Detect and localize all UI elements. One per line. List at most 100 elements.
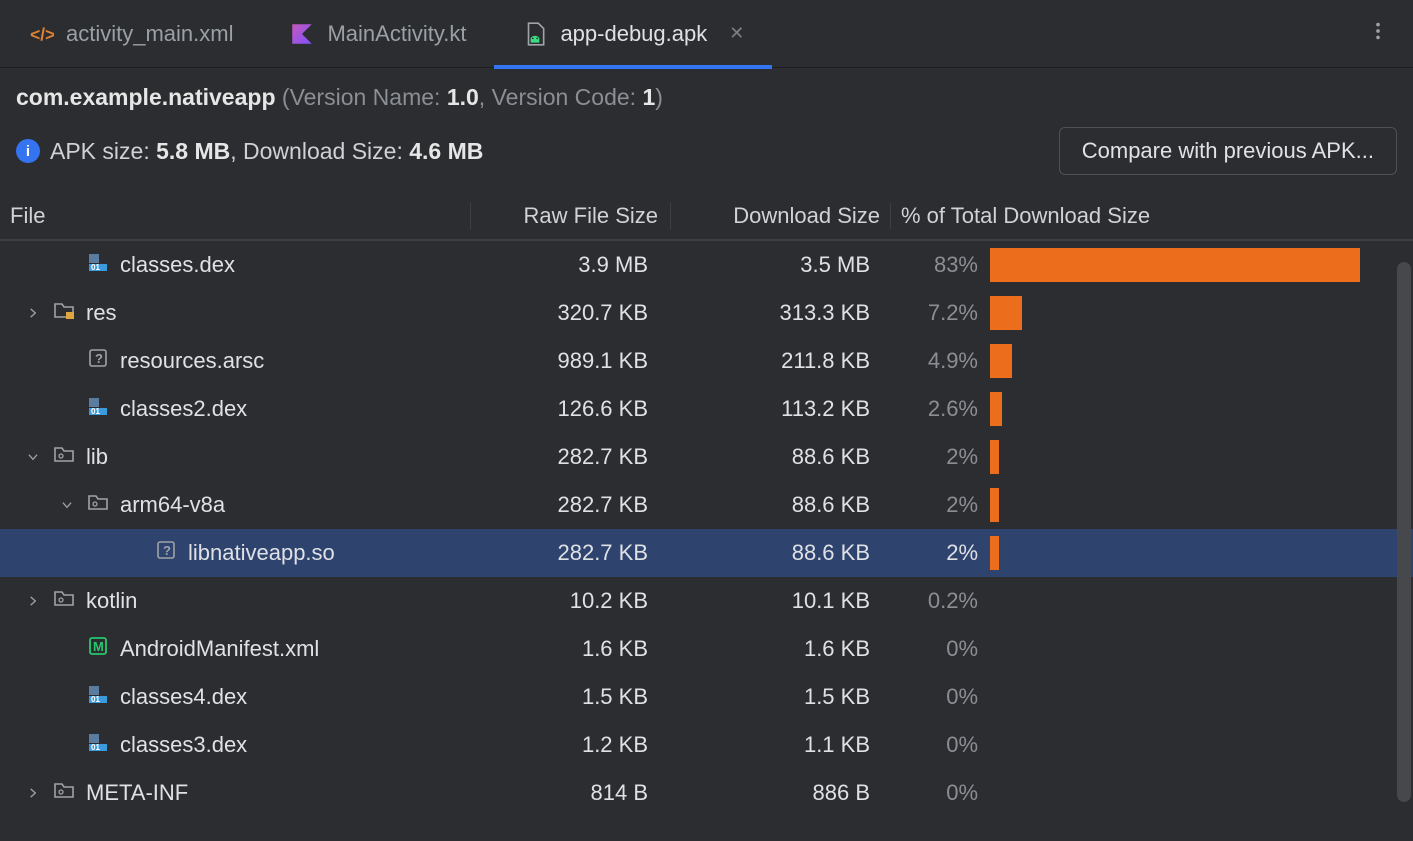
kotlin-file-icon xyxy=(289,21,315,47)
file-cell: kotlin xyxy=(0,586,460,616)
dex-icon: 01 xyxy=(86,394,110,424)
pct-of-download: 7.2% xyxy=(880,300,990,326)
tab-label: app-debug.apk xyxy=(560,21,707,47)
download-size: 88.6 KB xyxy=(660,540,880,566)
package-line: com.example.nativeapp (Version Name: 1.0… xyxy=(16,84,1397,111)
table-row[interactable]: 01classes3.dex1.2 KB1.1 KB0% xyxy=(0,721,1413,769)
raw-size: 282.7 KB xyxy=(460,492,660,518)
chevron-down-icon[interactable] xyxy=(24,450,42,464)
col-header-dl[interactable]: Download Size xyxy=(670,203,890,229)
file-cell: M AndroidManifest.xml xyxy=(0,634,460,664)
close-tab-icon[interactable]: ✕ xyxy=(729,23,744,44)
pct-of-download: 4.9% xyxy=(880,348,990,374)
table-row[interactable]: ?resources.arsc989.1 KB211.8 KB4.9% xyxy=(0,337,1413,385)
svg-text:01: 01 xyxy=(91,695,100,704)
file-cell: res xyxy=(0,298,460,328)
scrollbar-thumb[interactable] xyxy=(1397,262,1411,802)
pct-of-download: 0% xyxy=(880,732,990,758)
unknown-icon: ? xyxy=(86,346,110,376)
dex-icon: 01 xyxy=(86,250,110,280)
dex-icon: 01 xyxy=(86,682,110,712)
pct-bar xyxy=(990,440,999,474)
download-size: 3.5 MB xyxy=(660,252,880,278)
file-name: kotlin xyxy=(86,588,137,614)
chevron-right-icon[interactable] xyxy=(24,306,42,320)
pct-bar-cell xyxy=(990,337,1390,385)
tab-app-debug-apk[interactable]: app-debug.apk ✕ xyxy=(494,0,772,68)
apk-file-icon xyxy=(522,21,548,47)
table-row[interactable]: 01classes2.dex126.6 KB113.2 KB2.6% xyxy=(0,385,1413,433)
xml-file-icon: </> xyxy=(28,21,54,47)
raw-size: 3.9 MB xyxy=(460,252,660,278)
raw-size: 1.2 KB xyxy=(460,732,660,758)
tab-activity-main-xml[interactable]: </>activity_main.xml xyxy=(0,0,261,68)
svg-text:?: ? xyxy=(163,543,171,558)
table-row[interactable]: res320.7 KB313.3 KB7.2% xyxy=(0,289,1413,337)
file-name: classes.dex xyxy=(120,252,235,278)
file-name: AndroidManifest.xml xyxy=(120,636,319,662)
raw-size: 989.1 KB xyxy=(460,348,660,374)
pct-of-download: 2.6% xyxy=(880,396,990,422)
tab-overflow-menu-icon[interactable] xyxy=(1367,20,1389,48)
table-row[interactable]: META-INF814 B886 B0% xyxy=(0,769,1413,817)
file-name: META-INF xyxy=(86,780,188,806)
pct-bar-cell xyxy=(990,721,1390,769)
table-row[interactable]: arm64-v8a282.7 KB88.6 KB2% xyxy=(0,481,1413,529)
col-header-file[interactable]: File xyxy=(10,203,470,229)
file-cell: META-INF xyxy=(0,778,460,808)
file-cell: 01classes2.dex xyxy=(0,394,460,424)
chevron-right-icon[interactable] xyxy=(24,786,42,800)
package-name: com.example.nativeapp xyxy=(16,84,276,110)
table-row[interactable]: 01classes4.dex1.5 KB1.5 KB0% xyxy=(0,673,1413,721)
file-name: classes3.dex xyxy=(120,732,247,758)
compare-apk-button[interactable]: Compare with previous APK... xyxy=(1059,127,1397,175)
download-size: 1.6 KB xyxy=(660,636,880,662)
col-header-pct[interactable]: % of Total Download Size xyxy=(890,203,1410,229)
pct-bar xyxy=(990,344,1012,378)
svg-text:01: 01 xyxy=(91,743,100,752)
svg-text:01: 01 xyxy=(91,407,100,416)
tab-label: MainActivity.kt xyxy=(327,21,466,47)
svg-text:?: ? xyxy=(95,351,103,366)
table-row[interactable]: kotlin10.2 KB10.1 KB0.2% xyxy=(0,577,1413,625)
table-row[interactable]: ?libnativeapp.so282.7 KB88.6 KB2% xyxy=(0,529,1413,577)
pct-bar-cell xyxy=(990,577,1390,625)
file-name: classes4.dex xyxy=(120,684,247,710)
pct-of-download: 83% xyxy=(880,252,990,278)
manifest-icon: M xyxy=(86,634,110,664)
table-row[interactable]: 01 classes.dex 3.9 MB3.5 MB83% xyxy=(0,241,1413,289)
tab-mainactivity-kt[interactable]: MainActivity.kt xyxy=(261,0,494,68)
pct-bar-cell xyxy=(990,769,1390,817)
folder-icon xyxy=(52,298,76,328)
pct-bar-cell xyxy=(990,625,1390,673)
file-cell: 01 classes4.dex xyxy=(0,682,460,712)
download-size: 113.2 KB xyxy=(660,396,880,422)
download-size-value: 4.6 MB xyxy=(409,138,483,164)
vertical-scrollbar[interactable] xyxy=(1397,262,1411,822)
raw-size: 282.7 KB xyxy=(460,444,660,470)
table-row[interactable]: lib282.7 KB88.6 KB2% xyxy=(0,433,1413,481)
chevron-right-icon[interactable] xyxy=(24,594,42,608)
svg-text:</>: </> xyxy=(30,24,54,44)
col-header-raw[interactable]: Raw File Size xyxy=(470,203,670,229)
libfolder-icon xyxy=(52,586,76,616)
file-name: res xyxy=(86,300,117,326)
svg-text:M: M xyxy=(93,639,104,654)
pct-of-download: 2% xyxy=(880,492,990,518)
pct-of-download: 0% xyxy=(880,684,990,710)
table-row[interactable]: MAndroidManifest.xml1.6 KB1.6 KB0% xyxy=(0,625,1413,673)
file-name: libnativeapp.so xyxy=(188,540,335,566)
libfolder-icon xyxy=(52,778,76,808)
pct-bar xyxy=(990,248,1360,282)
info-icon: i xyxy=(16,139,40,163)
pct-bar xyxy=(990,536,999,570)
size-info: i APK size: 5.8 MB, Download Size: 4.6 M… xyxy=(16,138,483,165)
pct-of-download: 0% xyxy=(880,636,990,662)
raw-size: 814 B xyxy=(460,780,660,806)
pct-bar xyxy=(990,392,1002,426)
chevron-down-icon[interactable] xyxy=(58,498,76,512)
file-table-body: 01 classes.dex 3.9 MB3.5 MB83% res320.7 KB3… xyxy=(0,241,1413,817)
raw-size: 282.7 KB xyxy=(460,540,660,566)
download-size: 886 B xyxy=(660,780,880,806)
pct-bar xyxy=(990,296,1022,330)
